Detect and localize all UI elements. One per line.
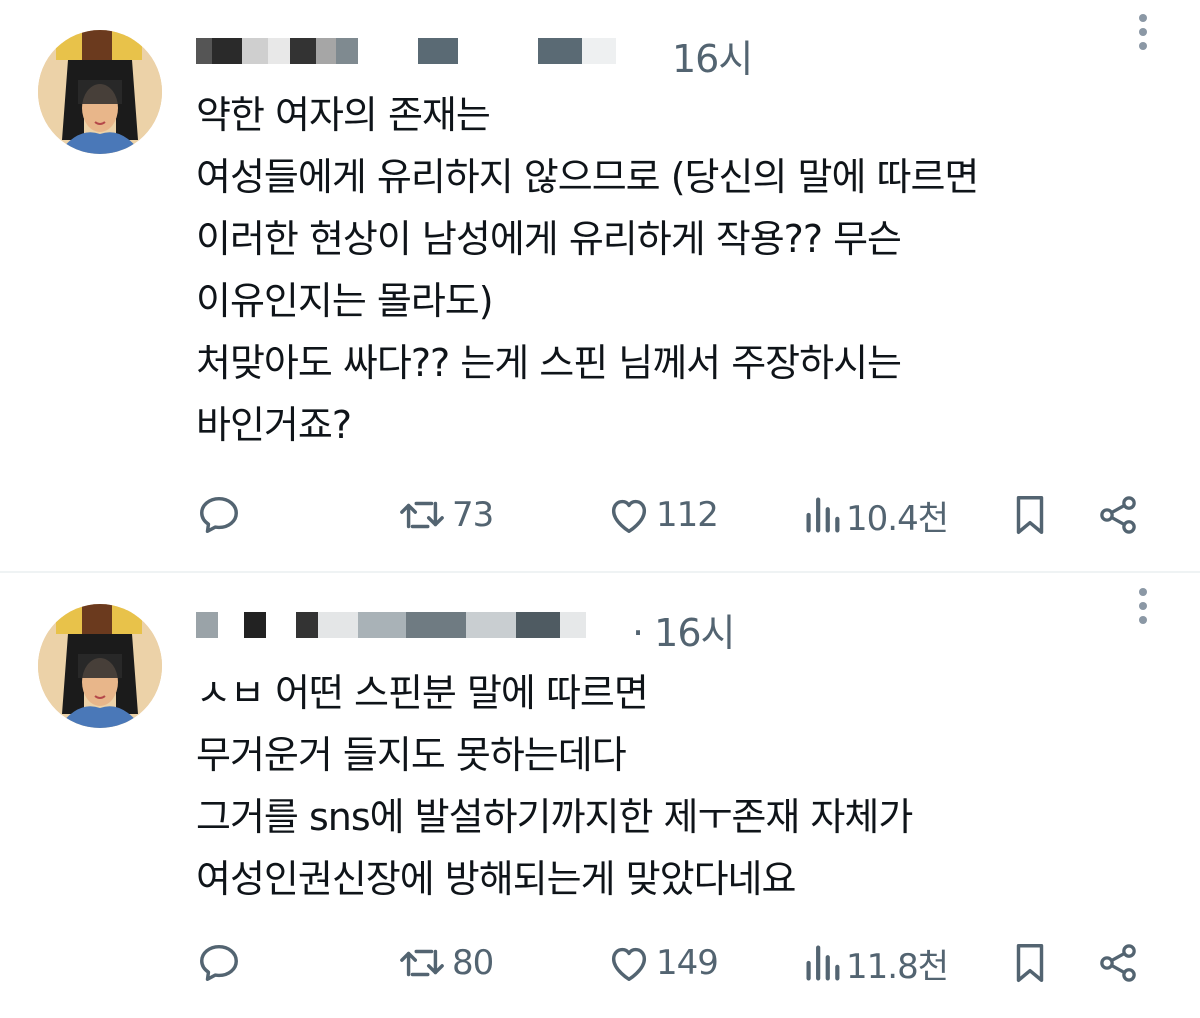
retweet-button[interactable]: 73 xyxy=(396,490,494,540)
retweet-count: 73 xyxy=(452,495,494,535)
views-icon xyxy=(806,497,840,533)
tweet-text-line: 약한 여자의 존재는 xyxy=(196,93,491,137)
retweet-icon xyxy=(400,501,444,529)
avatar-image xyxy=(38,604,162,728)
tweet-text-line: 무거운거 들지도 못하는데다 xyxy=(196,733,627,777)
like-icon xyxy=(611,947,647,982)
retweet-count: 80 xyxy=(452,943,494,983)
like-button[interactable]: 149 xyxy=(606,938,719,988)
retweet-icon xyxy=(400,949,444,977)
bookmark-button[interactable] xyxy=(1010,938,1050,988)
share-button[interactable] xyxy=(1096,490,1140,540)
views-icon xyxy=(806,945,840,981)
action-bar: 73 112 10.4천 xyxy=(196,490,1146,540)
tweet-text-line: 이유인지는 몰라도) xyxy=(196,279,494,323)
like-count: 112 xyxy=(656,495,719,535)
bookmark-icon xyxy=(1016,496,1044,534)
avatar-image xyxy=(38,30,162,154)
tweet[interactable]: · 16시 ㅅㅂ 어떤 스핀분 말에 따르면 무거운거 들지도 못하는데다 그거… xyxy=(0,574,1200,1018)
more-icon[interactable] xyxy=(1136,14,1150,54)
reply-icon xyxy=(200,944,238,982)
tweet-text: ㅅㅂ 어떤 스핀분 말에 따르면 무거운거 들지도 못하는데다 그거를 sns에… xyxy=(196,662,913,910)
tweet-text-line: 여성들에게 유리하지 않으므로 (당신의 말에 따르면 xyxy=(196,155,979,199)
tweet-text: 약한 여자의 존재는 여성들에게 유리하지 않으므로 (당신의 말에 따르면 이… xyxy=(196,84,979,456)
avatar[interactable] xyxy=(38,30,162,154)
reply-button[interactable] xyxy=(196,490,242,540)
share-button[interactable] xyxy=(1096,938,1140,988)
like-button[interactable]: 112 xyxy=(606,490,719,540)
reply-icon xyxy=(200,496,238,534)
bookmark-button[interactable] xyxy=(1010,490,1050,540)
like-count: 149 xyxy=(656,943,719,983)
blurred-username[interactable] xyxy=(196,612,586,640)
more-icon[interactable] xyxy=(1136,588,1150,628)
timestamp[interactable]: · 16시 xyxy=(632,602,735,657)
timestamp[interactable]: 16시 xyxy=(672,28,753,83)
reply-button[interactable] xyxy=(196,938,242,988)
tweet-text-line: 그거를 sns에 발설하기까지한 제ㅜ존재 자체가 xyxy=(196,795,913,839)
tweet-text-line: 바인거죠? xyxy=(196,403,352,447)
tweet-header: 16시 xyxy=(196,26,1096,81)
action-bar: 80 149 11.8천 xyxy=(196,938,1146,988)
share-icon xyxy=(1100,944,1136,982)
retweet-button[interactable]: 80 xyxy=(396,938,494,988)
tweet-text-line: 처맞아도 싸다?? 는게 스핀 님께서 주장하시는 xyxy=(196,341,902,385)
bookmark-icon xyxy=(1016,944,1044,982)
tweet-text-line: 여성인권신장에 방해되는게 맞았다네요 xyxy=(196,857,796,901)
views-count: 11.8천 xyxy=(846,946,949,987)
tweet[interactable]: 16시 약한 여자의 존재는 여성들에게 유리하지 않으므로 (당신의 말에 따… xyxy=(0,0,1200,572)
avatar[interactable] xyxy=(38,604,162,728)
tweet-header: · 16시 xyxy=(196,600,1096,655)
share-icon xyxy=(1100,496,1136,534)
views-button[interactable]: 11.8천 xyxy=(802,938,949,988)
views-button[interactable]: 10.4천 xyxy=(802,490,949,540)
tweet-divider xyxy=(0,571,1200,573)
tweet-text-line: ㅅㅂ 어떤 스핀분 말에 따르면 xyxy=(196,671,649,715)
tweet-text-line: 이러한 현상이 남성에게 유리하게 작용?? 무슨 xyxy=(196,217,902,261)
views-count: 10.4천 xyxy=(846,498,949,539)
blurred-username[interactable] xyxy=(196,38,616,66)
like-icon xyxy=(611,499,647,534)
